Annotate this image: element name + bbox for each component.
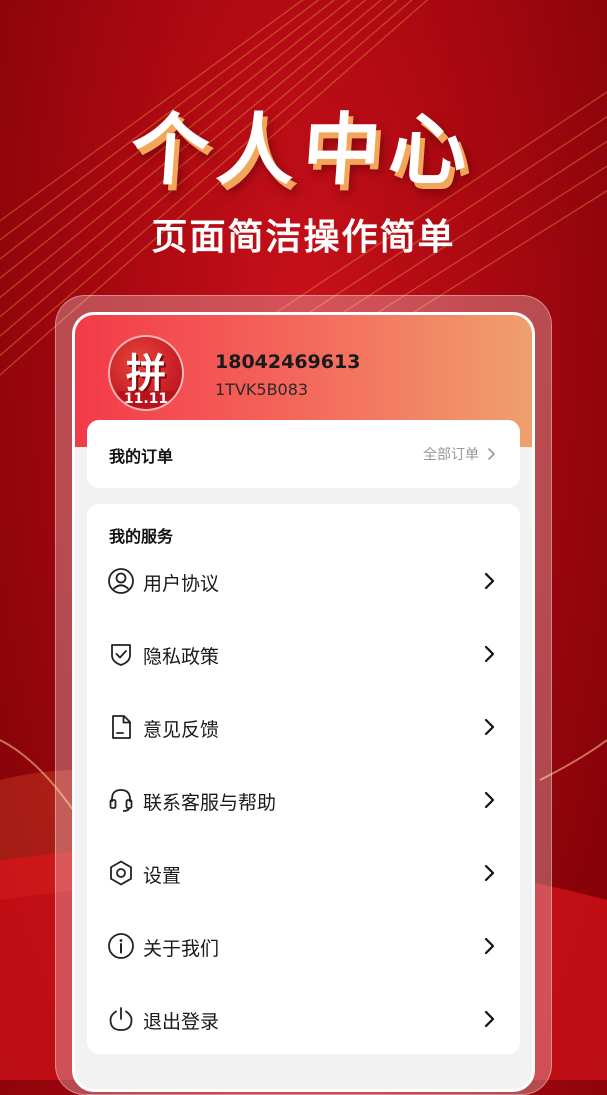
menu-item-logout[interactable]: 退出登录 (87, 991, 520, 1047)
menu-item-label: 设置 (143, 865, 182, 887)
menu-item-customer-service[interactable]: 联系客服与帮助 (87, 772, 520, 828)
avatar-badge: 11.11 (116, 391, 176, 407)
menu-item-label: 关于我们 (143, 938, 220, 960)
promo-title: 个人中心 (127, 106, 479, 196)
chevron-right-icon (484, 791, 495, 809)
power-icon (109, 1007, 133, 1031)
hexagon-gear-icon (110, 860, 132, 886)
menu-item-about-us[interactable]: 关于我们 (87, 918, 520, 974)
user-phone-number: 18042469613 (215, 351, 361, 373)
menu-item-label: 退出登录 (143, 1011, 220, 1033)
menu-item-settings[interactable]: 设置 (87, 845, 520, 901)
menu-item-label: 隐私政策 (143, 646, 220, 668)
all-orders-label: 全部订单 (423, 447, 479, 463)
shield-check-icon (111, 644, 131, 666)
menu-item-feedback[interactable]: 意见反馈 (87, 699, 520, 755)
orders-title: 我的订单 (109, 447, 174, 466)
avatar[interactable]: 拼 11.11 (110, 337, 182, 409)
user-id: 1TVK5B083 (215, 380, 309, 399)
user-circle-icon (108, 568, 134, 594)
menu-item-label: 用户协议 (143, 573, 220, 595)
info-icon (108, 933, 134, 959)
chevron-right-icon (484, 718, 495, 736)
menu-item-privacy-policy[interactable]: 隐私政策 (87, 626, 520, 682)
all-orders-link[interactable]: 全部订单 (423, 444, 496, 464)
chevron-right-icon (484, 1010, 495, 1028)
promo-subtitle: 页面简洁操作简单 (151, 217, 456, 258)
document-icon (112, 715, 131, 739)
orders-card: 我的订单 全部订单 (87, 420, 520, 488)
chevron-right-icon (484, 572, 495, 590)
chevron-right-icon (484, 937, 495, 955)
menu-item-label: 意见反馈 (143, 719, 220, 741)
services-card: 我的服务 用户协议 隐私政策 意见反馈 联系客服与帮助 设置 关于我们 退出登录 (87, 504, 520, 1054)
menu-item-user-agreement[interactable]: 用户协议 (87, 553, 520, 609)
services-title: 我的服务 (109, 527, 174, 546)
menu-item-label: 联系客服与帮助 (143, 792, 277, 814)
profile-screen: 拼 11.11 18042469613 1TVK5B083 我的订单 全部订单 … (72, 312, 535, 1092)
chevron-right-icon (484, 645, 495, 663)
chevron-right-icon (488, 448, 495, 460)
headset-icon (109, 789, 133, 812)
chevron-right-icon (484, 864, 495, 882)
